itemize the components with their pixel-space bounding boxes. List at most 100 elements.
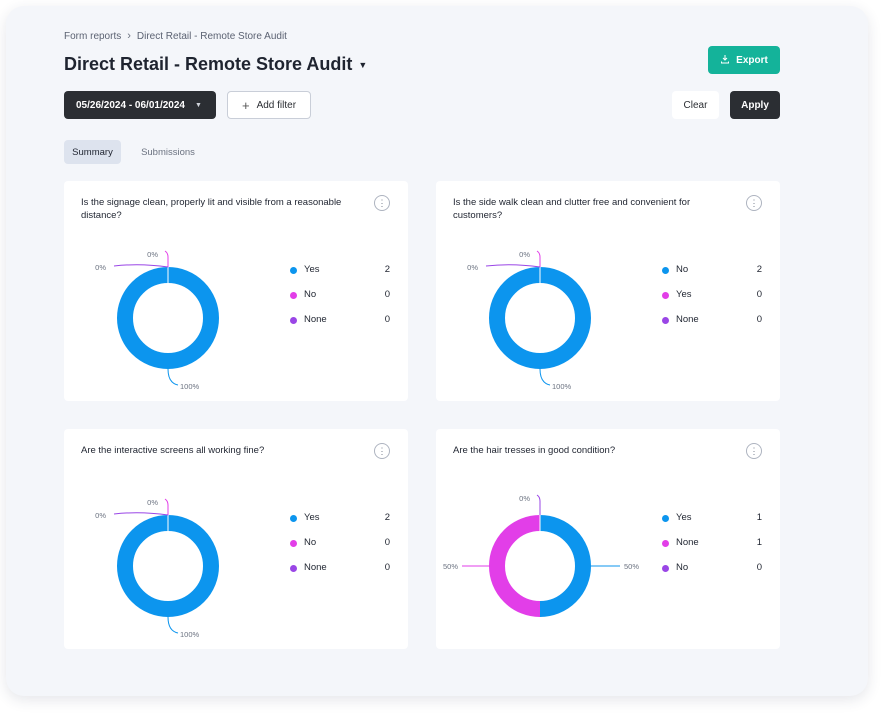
date-range-picker[interactable]: 05/26/2024 - 06/01/2024 ▼ — [64, 91, 216, 119]
legend-dot — [290, 292, 297, 299]
percent-label: 100% — [552, 382, 572, 391]
legend-label: None — [304, 562, 327, 573]
percent-label: 0% — [95, 511, 106, 520]
leader-line — [485, 264, 541, 268]
donut-slice — [489, 515, 541, 617]
percent-label: 0% — [95, 263, 106, 272]
legend-label: No — [304, 537, 317, 548]
legend-label: Yes — [676, 512, 692, 523]
apply-button[interactable]: Apply — [730, 91, 780, 119]
legend-count: 0 — [384, 314, 390, 325]
donut-slice — [539, 515, 591, 617]
legend-count: 0 — [756, 314, 762, 325]
legend-label: No — [676, 562, 689, 573]
date-range-value: 05/26/2024 - 06/01/2024 — [76, 99, 185, 111]
percent-label: 0% — [147, 250, 158, 259]
chart-legend: Yes 2 No 0 None 0 — [290, 511, 390, 586]
app-frame: Form reports › Direct Retail - Remote St… — [6, 6, 868, 696]
legend-item: None 0 — [662, 313, 762, 338]
legend-dot — [290, 317, 297, 324]
leader-line — [164, 250, 169, 267]
legend-count: 0 — [384, 537, 390, 548]
legend-item: None 0 — [290, 561, 390, 586]
question-card: Are the hair tresses in good condition? … — [436, 429, 780, 649]
leader-line — [536, 250, 541, 267]
legend-label: No — [676, 264, 689, 275]
tab-submissions[interactable]: Submissions — [136, 140, 200, 164]
chart-legend: Yes 1 None 1 No 0 — [662, 511, 762, 586]
export-button[interactable]: Export — [708, 46, 780, 74]
legend-dot — [290, 540, 297, 547]
legend-dot — [290, 515, 297, 522]
percent-label: 0% — [519, 494, 530, 503]
percent-label: 0% — [519, 250, 530, 259]
leader-line — [539, 368, 551, 386]
legend-dot — [662, 292, 669, 299]
breadcrumb-parent[interactable]: Form reports — [64, 31, 121, 42]
legend-label: Yes — [304, 512, 320, 523]
legend-label: None — [304, 314, 327, 325]
caret-down-icon: ▼ — [194, 101, 202, 109]
clear-button[interactable]: Clear — [672, 91, 719, 119]
leader-line — [164, 498, 169, 515]
leader-line — [167, 368, 179, 386]
add-filter-label: Add filter — [256, 99, 297, 111]
leader-line — [113, 264, 169, 268]
legend-dot — [662, 515, 669, 522]
legend-item: No 0 — [290, 288, 390, 313]
legend-count: 0 — [756, 289, 762, 300]
breadcrumb: Form reports › Direct Retail - Remote St… — [64, 30, 287, 42]
chart-legend: Yes 2 No 0 None 0 — [290, 263, 390, 338]
donut-slice — [117, 267, 219, 369]
breadcrumb-current: Direct Retail - Remote Store Audit — [136, 30, 287, 42]
page-title-dropdown[interactable]: Direct Retail - Remote Store Audit ▼ — [64, 54, 367, 75]
percent-label: 100% — [180, 382, 200, 391]
legend-count: 2 — [756, 264, 762, 275]
leader-line — [113, 512, 169, 516]
legend-item: No 0 — [290, 536, 390, 561]
caret-down-icon: ▼ — [358, 59, 368, 70]
legend-item: No 2 — [662, 263, 762, 288]
legend-dot — [662, 267, 669, 274]
percent-label: 50% — [443, 562, 458, 571]
donut-slice — [117, 515, 219, 617]
question-card: Is the side walk clean and clutter free … — [436, 181, 780, 401]
legend-count: 0 — [384, 289, 390, 300]
percent-label: 0% — [147, 498, 158, 507]
legend-item: None 0 — [290, 313, 390, 338]
donut-slice — [489, 267, 591, 369]
percent-label: 50% — [624, 562, 639, 571]
plus-icon: + — [241, 97, 250, 113]
legend-count: 2 — [384, 512, 390, 523]
legend-item: Yes 2 — [290, 263, 390, 288]
legend-item: No 0 — [662, 561, 762, 586]
legend-item: Yes 2 — [290, 511, 390, 536]
legend-label: Yes — [676, 289, 692, 300]
question-card: Are the interactive screens all working … — [64, 429, 408, 649]
legend-label: None — [676, 314, 699, 325]
tab-summary[interactable]: Summary — [64, 140, 121, 164]
download-icon — [720, 54, 730, 67]
leader-line — [167, 616, 179, 634]
percent-label: 0% — [467, 263, 478, 272]
export-label: Export — [736, 54, 768, 66]
legend-count: 0 — [756, 562, 762, 573]
chart-legend: No 2 Yes 0 None 0 — [662, 263, 762, 338]
question-card: Is the signage clean, properly lit and v… — [64, 181, 408, 401]
legend-label: No — [304, 289, 317, 300]
legend-label: Yes — [304, 264, 320, 275]
add-filter-button[interactable]: + Add filter — [227, 91, 311, 119]
leader-line — [536, 494, 541, 515]
legend-dot — [290, 565, 297, 572]
legend-item: None 1 — [662, 536, 762, 561]
percent-label: 100% — [180, 630, 200, 639]
legend-count: 2 — [384, 264, 390, 275]
legend-item: Yes 1 — [662, 511, 762, 536]
chevron-right-icon: › — [127, 30, 131, 42]
legend-dot — [290, 267, 297, 274]
legend-count: 1 — [756, 537, 762, 548]
legend-count: 1 — [756, 512, 762, 523]
legend-label: None — [676, 537, 699, 548]
legend-item: Yes 0 — [662, 288, 762, 313]
legend-dot — [662, 565, 669, 572]
